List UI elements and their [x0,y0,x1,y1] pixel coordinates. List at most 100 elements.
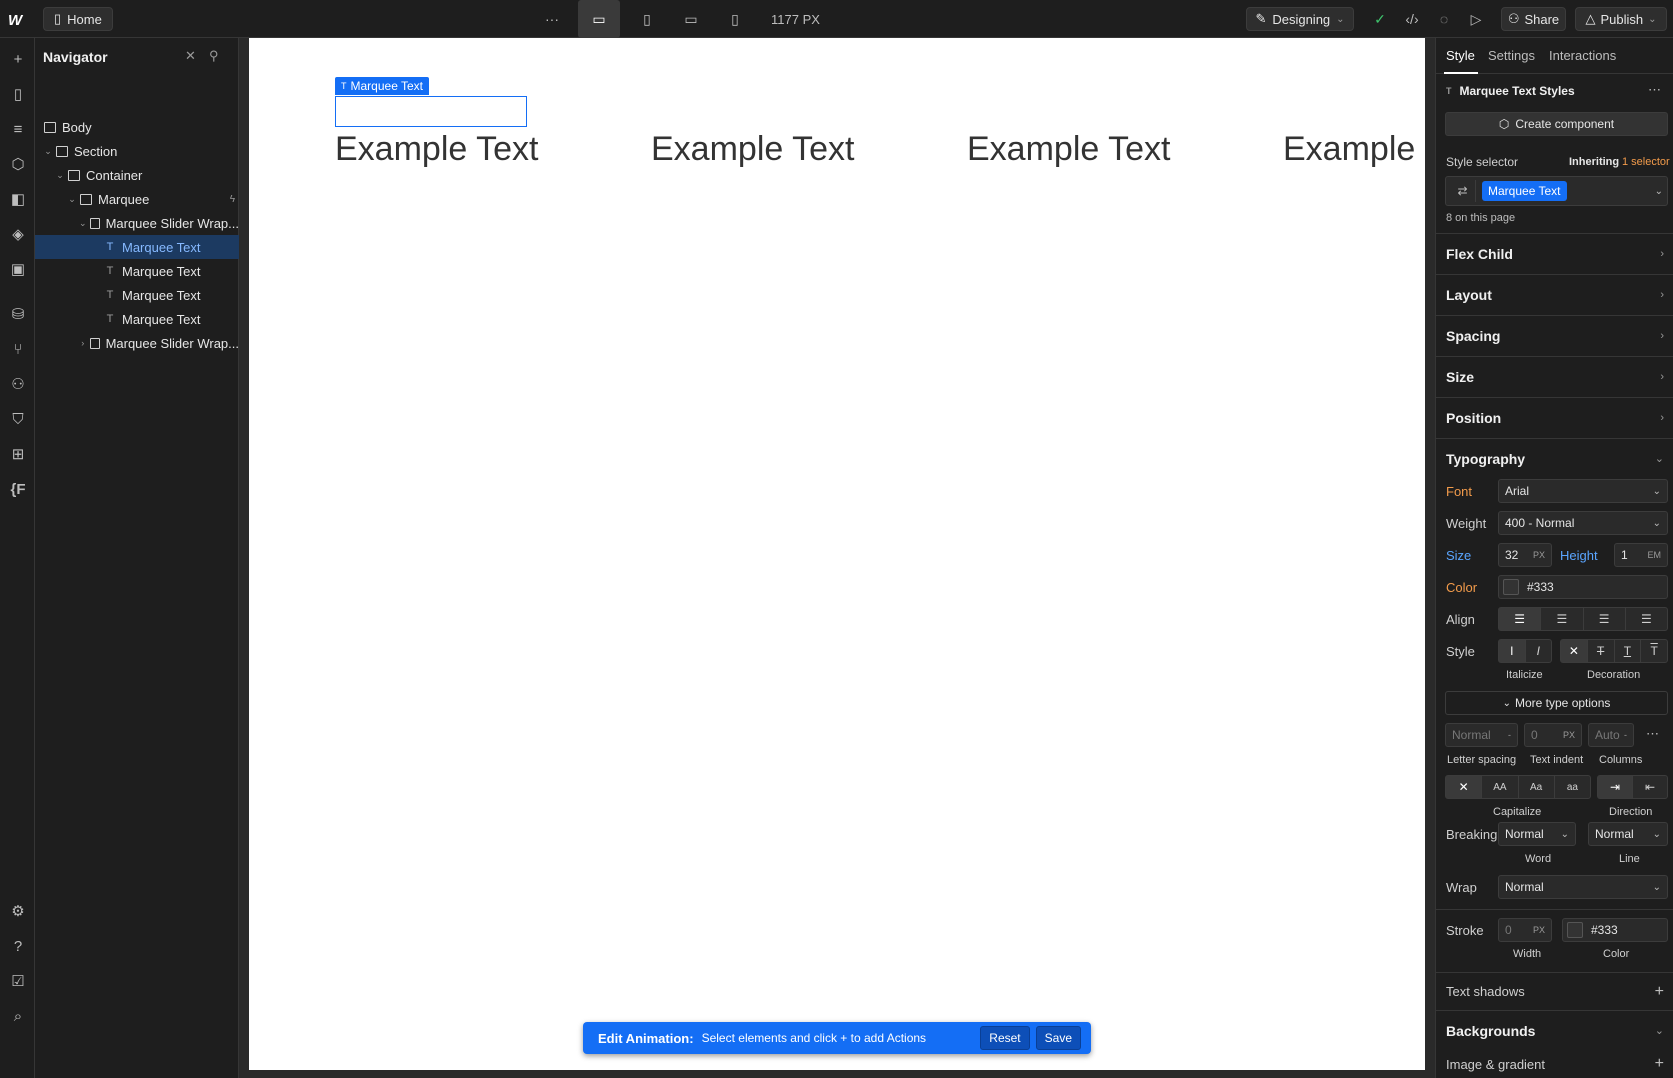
variables-icon[interactable]: ◈ [5,221,31,247]
share-button[interactable]: ⚇ Share [1501,7,1566,31]
marquee-text-2[interactable]: Example Text [651,130,854,169]
chevron-down-icon[interactable]: ⌄ [42,146,54,157]
add-icon[interactable]: + [1655,983,1664,1001]
no-decoration-icon[interactable]: ✕ [1561,640,1588,662]
tab-interactions[interactable]: Interactions [1549,48,1616,63]
tree-item-body[interactable]: Body [35,115,239,139]
help-icon[interactable]: ? [5,933,31,959]
tab-settings[interactable]: Settings [1488,48,1535,63]
search-icon[interactable]: ⌕ [5,1003,31,1029]
tree-item-marquee[interactable]: ⌄ Marquee ϟ [35,187,239,211]
style-selectors-icon[interactable]: ◧ [5,186,31,212]
word-break-dropdown[interactable]: Normal ⌄ [1498,822,1576,846]
settings-gear-icon[interactable]: ⚙ [5,898,31,924]
status-check-icon[interactable]: ✓ [1367,7,1393,31]
finsweet-icon[interactable]: {F [5,476,31,502]
align-justify-icon[interactable]: ☰ [1626,608,1667,630]
webflow-logo[interactable]: W [8,12,22,29]
tree-item-marquee-text[interactable]: T Marquee Text [35,259,239,283]
tree-item-marquee-text[interactable]: T Marquee Text [35,283,239,307]
font-size-input[interactable]: 32 PX [1498,543,1552,567]
stroke-color-input[interactable]: #333 [1562,918,1668,942]
create-component-button[interactable]: ⬡ Create component [1445,112,1668,136]
letter-spacing-input[interactable]: Normal - [1445,723,1518,747]
no-transform-icon[interactable]: ✕ [1446,776,1483,798]
tree-item-marquee-text-selected[interactable]: T Marquee Text [35,235,239,259]
titlecase-icon[interactable]: Aa [1519,776,1555,798]
align-left-icon[interactable]: ☰ [1499,608,1542,630]
tree-item-section[interactable]: ⌄ Section [35,139,239,163]
components-icon[interactable]: ⬡ [5,151,31,177]
text-indent-input[interactable]: 0 PX [1524,723,1582,747]
section-layout[interactable]: Layout › [1436,274,1673,314]
wrap-dropdown[interactable]: Normal ⌄ [1498,875,1668,899]
color-swatch[interactable] [1503,579,1519,595]
tree-item-marquee-text[interactable]: T Marquee Text [35,307,239,331]
desktop-breakpoint-icon[interactable]: ▭ [578,0,620,38]
style-selector-input[interactable]: ⇄ Marquee Text ⌄ [1445,176,1668,206]
selector-chip[interactable]: Marquee Text [1482,181,1567,201]
marquee-text-3[interactable]: Example Text [967,130,1170,169]
section-typography[interactable]: Typography ⌄ [1436,438,1673,478]
more-type-options-toggle[interactable]: ⌄ More type options [1445,691,1668,715]
mobile-portrait-breakpoint-icon[interactable]: ▯ [722,7,748,31]
overline-icon[interactable]: T [1641,640,1667,662]
image-gradient-row[interactable]: Image & gradient + [1436,1050,1673,1078]
stroke-width-input[interactable]: 0 PX [1498,918,1552,942]
more-options-icon[interactable]: ⋯ [1648,82,1661,98]
pin-icon[interactable]: ⚲ [209,48,219,64]
ltr-icon[interactable]: ⇥ [1598,776,1633,798]
code-icon[interactable]: ‹/› [1399,7,1425,31]
color-swatch[interactable] [1567,922,1583,938]
font-dropdown[interactable]: Arial ⌄ [1498,479,1668,503]
users-icon[interactable]: ⚇ [5,371,31,397]
weight-dropdown[interactable]: 400 - Normal ⌄ [1498,511,1668,535]
preview-play-icon[interactable]: ▷ [1463,7,1489,31]
section-size[interactable]: Size › [1436,356,1673,396]
unit-dash[interactable]: - [1624,730,1627,740]
chevron-right-icon[interactable]: › [78,338,88,348]
tablet-breakpoint-icon[interactable]: ▯ [634,7,660,31]
rtl-icon[interactable]: ⇤ [1633,776,1667,798]
add-icon[interactable]: + [1655,1055,1664,1073]
lowercase-icon[interactable]: aa [1555,776,1590,798]
tree-item-marquee-slider-wrap[interactable]: › Marquee Slider Wrap... [35,331,239,355]
home-page-button[interactable]: ▯ Home [43,7,113,31]
audit-check-icon[interactable]: ☑ [5,968,31,994]
add-elements-icon[interactable]: + [5,46,31,72]
line-height-input[interactable]: 1 EM [1614,543,1668,567]
align-right-icon[interactable]: ☰ [1584,608,1626,630]
tree-item-container[interactable]: ⌄ Container [35,163,239,187]
font-size-unit[interactable]: PX [1533,550,1545,560]
line-break-dropdown[interactable]: Normal ⌄ [1588,822,1668,846]
logic-icon[interactable]: ⑂ [5,336,31,362]
section-backgrounds[interactable]: Backgrounds ⌄ [1436,1010,1673,1050]
more-options-icon[interactable]: ⋯ [1646,726,1659,742]
comments-icon[interactable]: ◌ [1431,7,1457,31]
cms-icon[interactable]: ⛁ [5,301,31,327]
collapse-icon[interactable]: ✕ [185,48,196,64]
uppercase-icon[interactable]: AA [1482,776,1519,798]
reset-button[interactable]: Reset [980,1026,1030,1050]
publish-button[interactable]: △ Publish ⌄ [1575,7,1667,31]
tree-item-marquee-slider-wrap[interactable]: ⌄ Marquee Slider Wrap... [35,211,239,235]
text-shadows-row[interactable]: Text shadows + [1436,972,1673,1010]
ecommerce-icon[interactable]: ⛉ [5,406,31,432]
unit-dash[interactable]: - [1508,730,1511,740]
align-center-icon[interactable]: ☰ [1541,608,1584,630]
section-spacing[interactable]: Spacing › [1436,315,1673,355]
pages-icon[interactable]: ▯ [5,81,31,107]
mode-dropdown[interactable]: ✎ Designing ⌄ [1246,7,1354,31]
line-height-unit[interactable]: EM [1648,550,1662,560]
regular-icon[interactable]: I [1499,640,1526,662]
chevron-down-icon[interactable]: ⌄ [54,170,66,181]
strikethrough-icon[interactable]: T [1588,640,1615,662]
tab-style[interactable]: Style [1446,48,1475,63]
underline-icon[interactable]: T [1615,640,1642,662]
design-canvas[interactable]: Example Text Example Text Example Text E… [249,38,1425,1070]
marquee-text-4[interactable]: Example [1283,130,1415,169]
marquee-text-1[interactable]: Example Text [335,130,538,169]
selector-mode-icon[interactable]: ⇄ [1450,180,1476,202]
assets-icon[interactable]: ▣ [5,256,31,282]
columns-input[interactable]: Auto - [1588,723,1634,747]
